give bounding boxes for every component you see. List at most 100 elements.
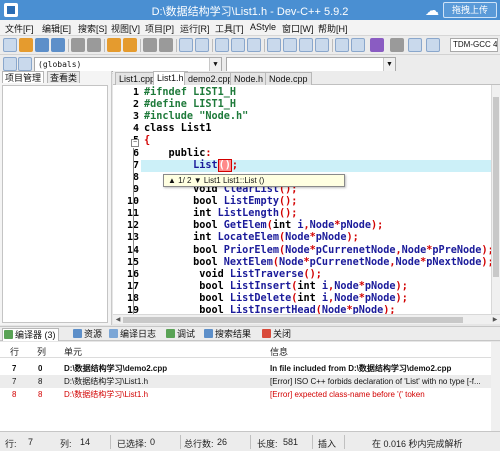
cloud-icon[interactable]: ☁ xyxy=(425,2,441,18)
code-line: void ListTraverse(); xyxy=(199,269,322,280)
tab-list1-h[interactable]: List1.h xyxy=(153,71,188,85)
code-line: { xyxy=(144,135,151,146)
new-file-icon[interactable] xyxy=(3,38,17,52)
menu-help[interactable]: 帮助[H] xyxy=(318,22,348,35)
column-header-info[interactable]: 信息 xyxy=(270,345,288,358)
table-row[interactable]: 7 0 D:\数据结构学习\demo2.cpp In file included… xyxy=(0,362,500,375)
menu-file[interactable]: 文件[F] xyxy=(5,22,34,35)
tab-class-browser[interactable]: 查看类 xyxy=(47,71,81,83)
goto-def-icon[interactable] xyxy=(426,38,440,52)
menu-window[interactable]: 窗口[W] xyxy=(282,22,314,35)
status-length-value: 581 xyxy=(283,437,299,447)
scroll-left-icon[interactable]: ◀ xyxy=(113,315,123,325)
stop-icon[interactable] xyxy=(390,38,404,52)
column-header-line[interactable]: 行 xyxy=(10,345,19,358)
run-icon[interactable] xyxy=(283,38,297,52)
menu-astyle[interactable]: AStyle xyxy=(250,22,276,32)
bookmark-icon[interactable] xyxy=(195,38,209,52)
status-col-label: 列: xyxy=(60,439,72,449)
status-selected-label: 已选择: xyxy=(117,439,147,449)
status-parse-message: 在 0.016 秒内完成解析 xyxy=(372,439,463,449)
line-number: 4 xyxy=(132,123,139,134)
rebuild-icon[interactable] xyxy=(315,38,329,52)
compile-icon[interactable] xyxy=(267,38,281,52)
tab-node-h[interactable]: Node.h xyxy=(230,72,268,85)
column-header-col[interactable]: 列 xyxy=(37,345,46,358)
check-icon[interactable] xyxy=(370,38,384,52)
code-editor[interactable]: 1 2 3 4 5 6 7 8 9 10 11 12 13 14 15 16 1… xyxy=(113,85,491,314)
scrollbar-thumb[interactable] xyxy=(493,97,499,277)
code-line: int ListLength(); xyxy=(193,208,298,219)
profile-icon[interactable] xyxy=(351,38,365,52)
find-icon[interactable] xyxy=(143,38,157,52)
menu-tools[interactable]: 工具[T] xyxy=(215,22,244,35)
menu-run[interactable]: 运行[R] xyxy=(180,22,210,35)
code-line: bool ListInsert(int i,Node*pNode); xyxy=(199,281,408,292)
code-line: bool ListEmpty(); xyxy=(193,196,298,207)
upload-button[interactable]: 拖拽上传 xyxy=(443,2,497,18)
scroll-right-icon[interactable]: ▶ xyxy=(490,315,500,325)
insert-icon[interactable] xyxy=(3,57,17,71)
table-row[interactable]: 8 8 D:\数据结构学习\List1.h [Error] expected c… xyxy=(0,388,500,401)
code-line: bool PriorElem(Node*pCurrenetNode,Node*p… xyxy=(193,245,491,256)
project-remove-icon[interactable] xyxy=(247,38,261,52)
editor-horizontal-scrollbar[interactable]: ◀ ▶ xyxy=(113,314,500,324)
redo-icon[interactable] xyxy=(123,38,137,52)
fold-line xyxy=(133,148,134,314)
tab-node-cpp[interactable]: Node.cpp xyxy=(265,72,312,85)
line-number: 2 xyxy=(132,99,139,110)
save-icon[interactable] xyxy=(35,38,49,52)
code-line: #ifndef LIST1_H xyxy=(144,87,237,98)
menu-project[interactable]: 项目[P] xyxy=(145,22,174,35)
editor-vertical-scrollbar[interactable] xyxy=(491,85,500,314)
resources-icon xyxy=(73,329,82,338)
tab-compiler[interactable]: 编译器 (3) xyxy=(2,328,59,341)
code-line: bool ListDelete(int i,Node*pNode); xyxy=(199,293,408,304)
scrollbar-thumb[interactable] xyxy=(123,317,463,323)
close-file-icon[interactable] xyxy=(71,38,85,52)
tab-demo2-cpp[interactable]: demo2.cpp xyxy=(184,72,237,85)
project-add-icon[interactable] xyxy=(231,38,245,52)
project-tree[interactable] xyxy=(2,85,108,323)
line-number: 8 xyxy=(132,172,139,183)
line-number: 16 xyxy=(113,269,139,280)
tab-close[interactable]: 关闭 xyxy=(261,328,293,341)
function-select[interactable]: ▼ xyxy=(226,57,396,72)
compile-run-icon[interactable] xyxy=(299,38,313,52)
line-number: 12 xyxy=(113,220,139,231)
line-number: 3 xyxy=(132,111,139,122)
save-all-icon[interactable] xyxy=(51,38,65,52)
code-line: class List1 xyxy=(144,123,212,134)
code-line: List(); xyxy=(144,159,239,172)
class-scope-select[interactable]: (globals) ▼ xyxy=(34,57,222,72)
replace-icon[interactable] xyxy=(159,38,173,52)
goto-decl-icon[interactable] xyxy=(408,38,422,52)
table-row[interactable]: 7 8 D:\数据结构学习\List1.h [Error] ISO C++ fo… xyxy=(0,375,500,388)
debug-check-icon xyxy=(166,329,175,338)
line-number: 14 xyxy=(113,245,139,256)
project-new-icon[interactable] xyxy=(215,38,229,52)
table-header: 行 列 单元 信息 xyxy=(0,342,500,358)
undo-icon[interactable] xyxy=(107,38,121,52)
menu-search[interactable]: 搜索[S] xyxy=(78,22,107,35)
tab-search-results[interactable]: 搜索结果 xyxy=(203,328,253,341)
tab-debug[interactable]: 调试 xyxy=(165,328,197,341)
column-header-unit[interactable]: 单元 xyxy=(64,345,82,358)
search-results-icon xyxy=(204,329,213,338)
open-folder-icon[interactable] xyxy=(19,38,33,52)
menu-view[interactable]: 视图[V] xyxy=(111,22,140,35)
fold-toggle-icon[interactable]: − xyxy=(131,139,139,147)
tab-resources[interactable]: 资源 xyxy=(72,328,104,341)
status-insert-mode: 插入 xyxy=(318,439,337,449)
tab-compile-log[interactable]: 编译日志 xyxy=(108,328,158,341)
debug-icon[interactable] xyxy=(335,38,349,52)
toggle-comment-icon[interactable] xyxy=(18,57,32,71)
compiler-select[interactable]: TDM-GCC 4 xyxy=(450,38,498,52)
goto-icon[interactable] xyxy=(179,38,193,52)
tab-project-manager[interactable]: 项目管理 xyxy=(2,71,45,83)
line-number: 9 xyxy=(132,184,139,195)
messages-vertical-scrollbar[interactable] xyxy=(491,342,500,431)
menu-bar: 文件[F] 编辑[E] 搜索[S] 视图[V] 项目[P] 运行[R] 工具[T… xyxy=(0,20,500,36)
print-icon[interactable] xyxy=(87,38,101,52)
menu-edit[interactable]: 编辑[E] xyxy=(42,22,71,35)
